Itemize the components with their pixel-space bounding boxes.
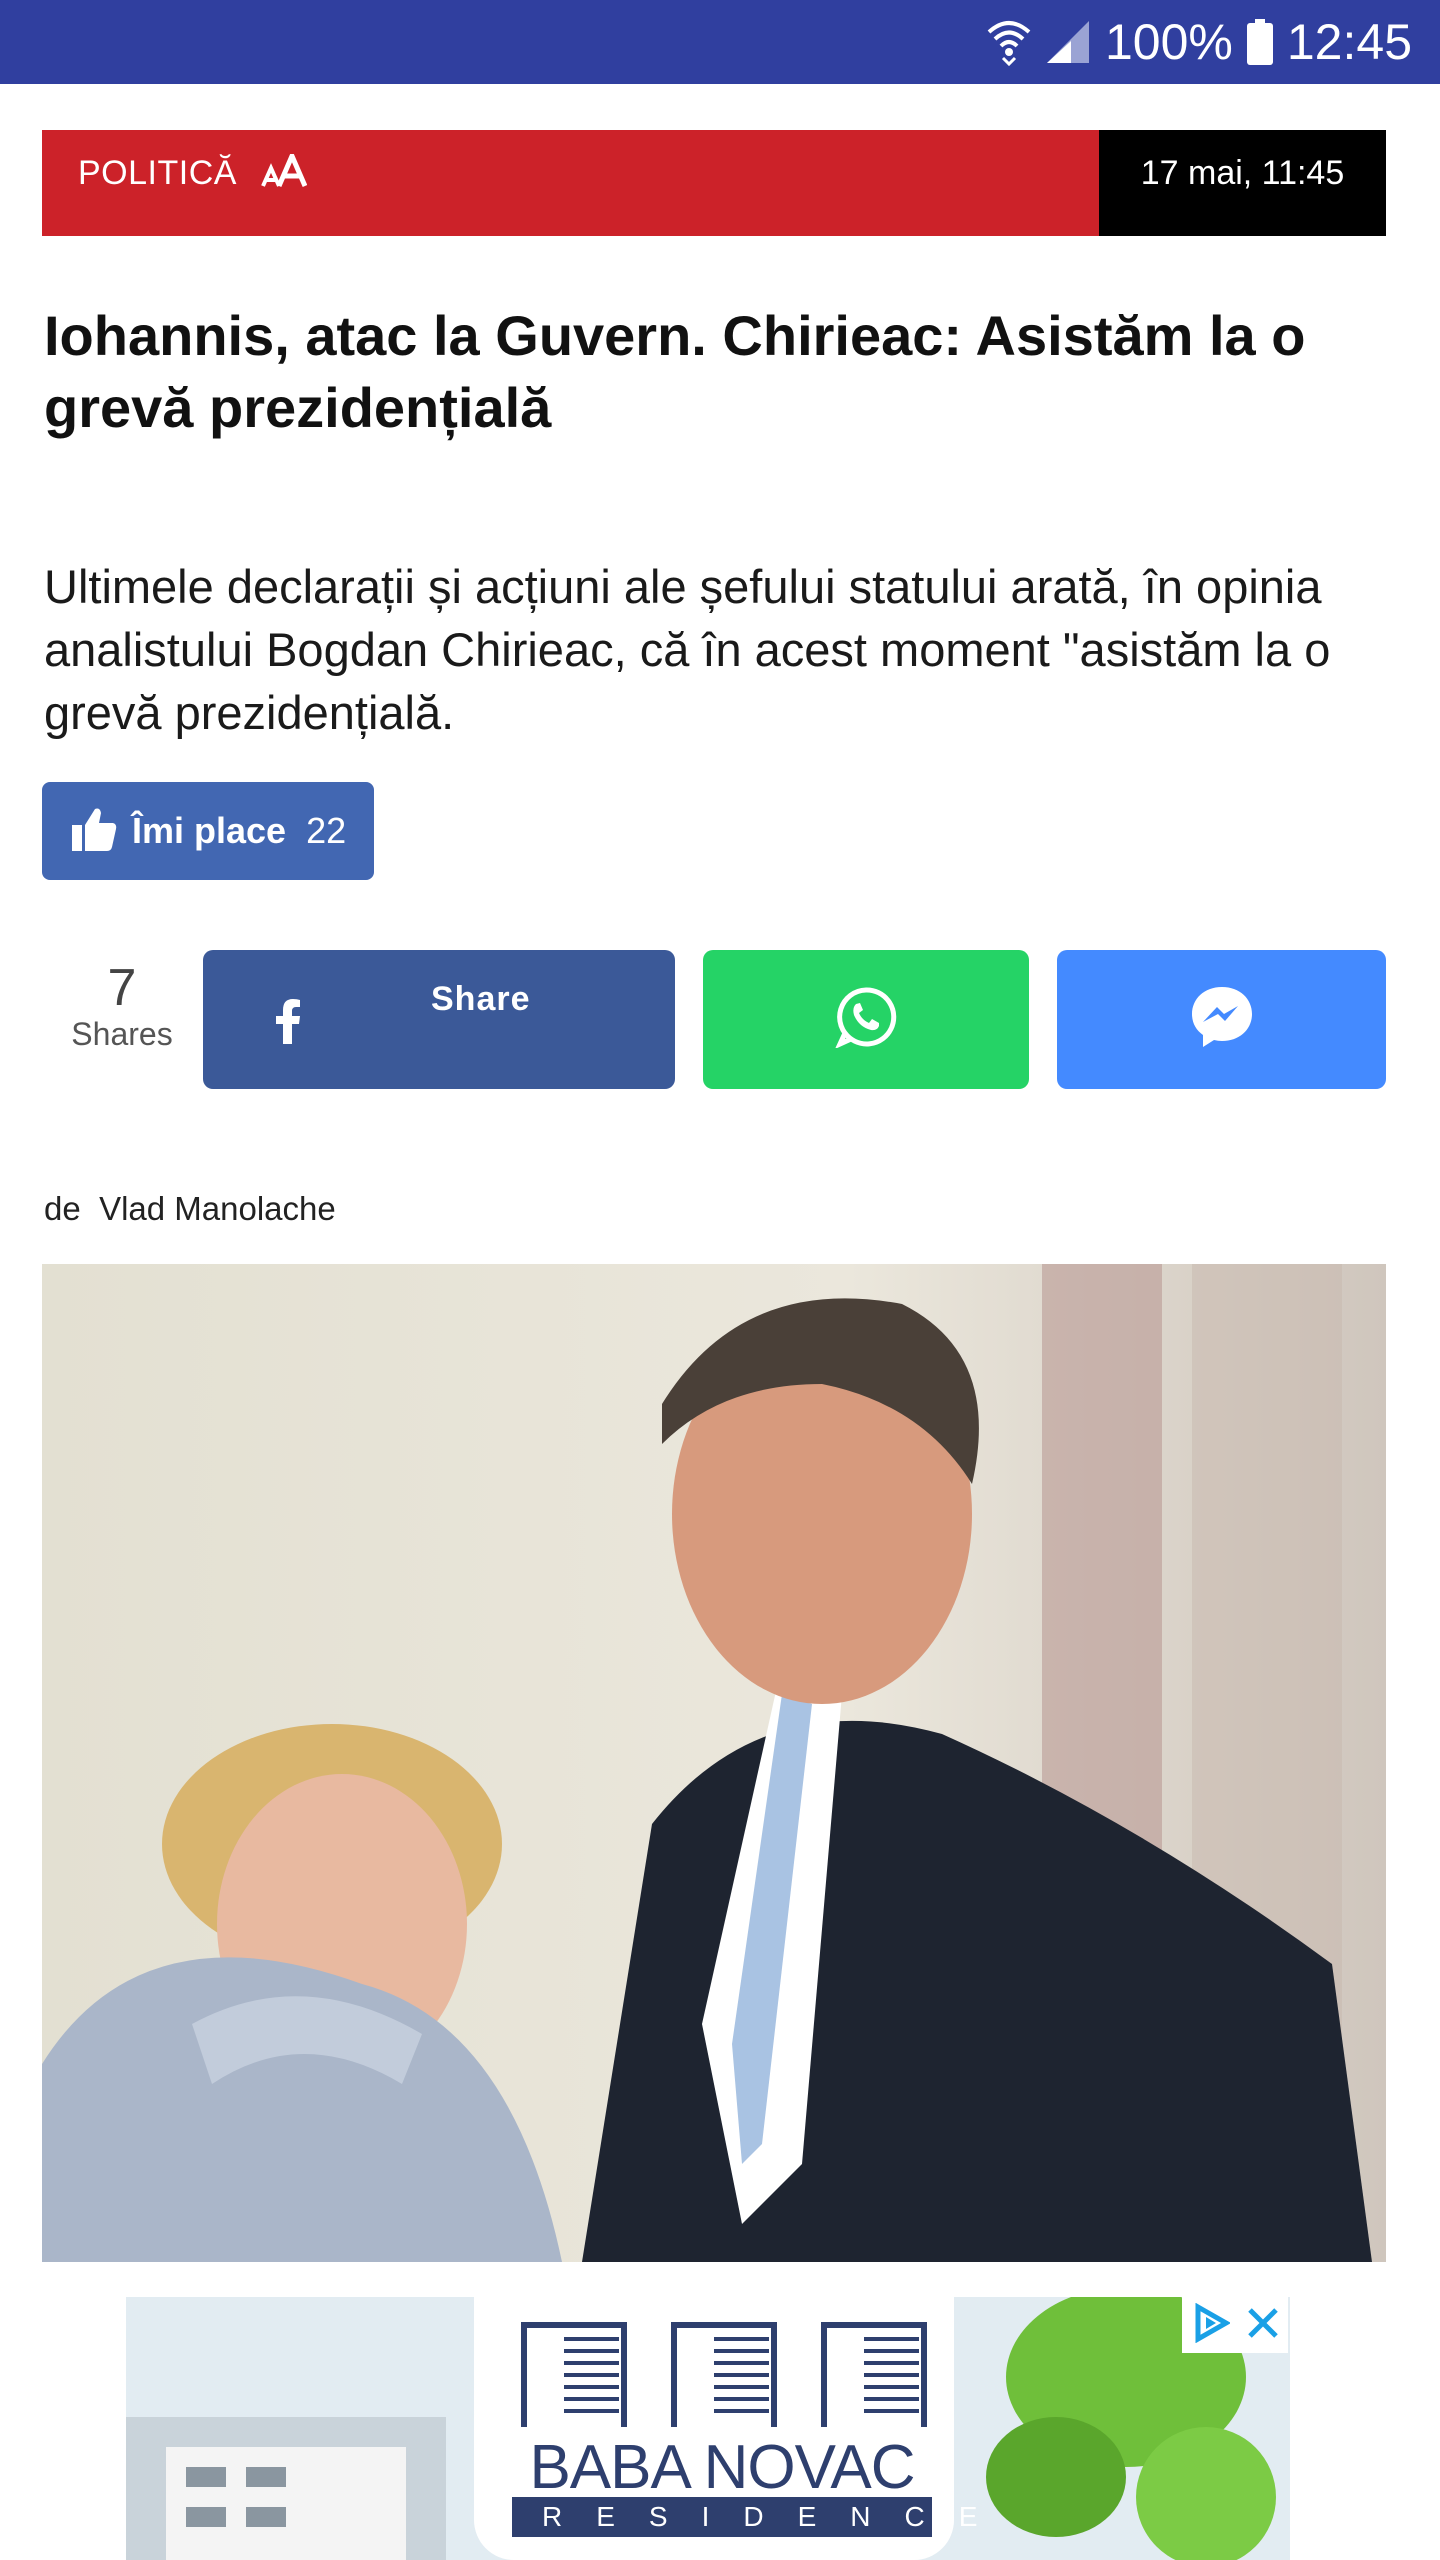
like-label: Îmi place xyxy=(132,810,287,851)
article-photo xyxy=(42,1264,1386,2262)
category-label[interactable]: POLITICĂ xyxy=(78,154,237,193)
category-bar: POLITICĂ 17 mai, 11:45 xyxy=(42,130,1386,236)
font-size-icon[interactable] xyxy=(261,154,307,188)
ad-brand: BABA NOVAC xyxy=(529,2433,915,2502)
advertisement-banner[interactable]: BABA NOVAC RESIDENCE xyxy=(126,2297,1290,2560)
article-lead: Ultimele declarații și acțiuni ale șeful… xyxy=(44,560,1331,739)
author-name[interactable]: Vlad Manolache xyxy=(99,1190,336,1227)
article-title: Iohannis, atac la Guvern. Chirieac: Asis… xyxy=(44,304,1306,439)
author-line: de Vlad Manolache xyxy=(44,1190,336,1228)
thumbs-up-icon xyxy=(70,805,118,858)
category-section: POLITICĂ xyxy=(42,130,1099,236)
ad-subtitle: RESIDENCE xyxy=(512,2497,977,2537)
wifi-icon xyxy=(987,18,1031,66)
article-date: 17 mai, 11:45 xyxy=(1099,130,1386,236)
messenger-share-button[interactable] xyxy=(1057,950,1386,1089)
facebook-icon xyxy=(275,998,301,1049)
like-button[interactable]: Îmi place 22 xyxy=(42,782,374,880)
clock: 12:45 xyxy=(1286,14,1412,70)
battery-icon xyxy=(1246,19,1273,65)
whatsapp-share-button[interactable] xyxy=(703,950,1029,1089)
like-count: 22 xyxy=(306,810,347,851)
battery-percent: 100% xyxy=(1104,14,1233,70)
messenger-icon xyxy=(1189,984,1255,1055)
status-bar: 100% 12:45 xyxy=(0,0,1440,84)
share-counter: 7 Shares xyxy=(62,960,182,1053)
share-count-label: Shares xyxy=(71,1016,173,1052)
share-count-number: 7 xyxy=(107,959,137,1017)
signal-icon xyxy=(1045,19,1091,65)
author-prefix: de xyxy=(44,1190,81,1227)
close-icon[interactable] xyxy=(1246,2306,1280,2345)
facebook-share-label: Share xyxy=(431,980,531,1018)
ad-controls xyxy=(1182,2297,1288,2353)
whatsapp-icon xyxy=(834,986,897,1053)
adchoices-icon[interactable] xyxy=(1190,2302,1232,2348)
facebook-share-button[interactable]: Share xyxy=(203,950,675,1089)
